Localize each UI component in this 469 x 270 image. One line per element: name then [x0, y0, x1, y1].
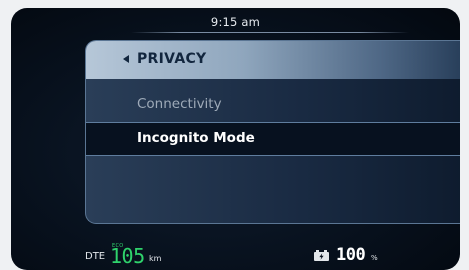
instrument-display: 9:15 am PRIVACY Connectivity Incognito M…	[11, 8, 460, 270]
menu-item-connectivity[interactable]: Connectivity	[86, 88, 460, 122]
menu-item-label: Connectivity	[137, 96, 222, 112]
menu-header-back[interactable]: PRIVACY	[86, 41, 460, 79]
chevron-left-icon[interactable]	[123, 55, 129, 63]
range-unit: km	[149, 254, 162, 263]
battery-unit: %	[371, 254, 378, 262]
battery-level: 100	[336, 245, 366, 265]
clock-divider	[131, 32, 409, 33]
menu-item-label: Incognito Mode	[137, 130, 255, 146]
menu-title: PRIVACY	[137, 51, 207, 67]
menu-panel: PRIVACY Connectivity Incognito Mode	[85, 40, 460, 224]
battery-charging-icon	[314, 250, 329, 261]
dte-label: DTE	[85, 251, 106, 262]
range-value: 105	[110, 244, 145, 268]
menu-item-incognito-mode[interactable]: Incognito Mode	[86, 122, 460, 156]
status-footer: DTE ECO 105 km 100 %	[11, 242, 460, 270]
clock: 9:15 am	[210, 15, 261, 29]
